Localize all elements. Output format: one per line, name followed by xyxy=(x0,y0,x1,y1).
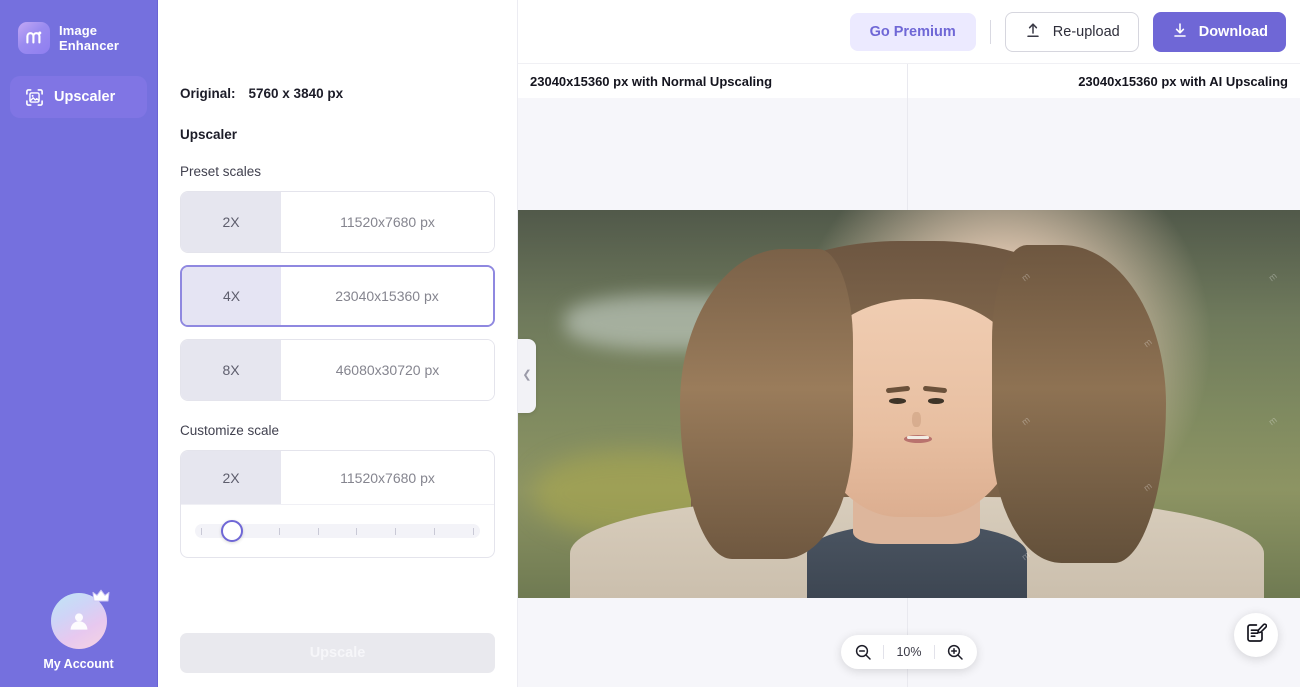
compare-left-label: 23040x15360 px with Normal Upscaling xyxy=(530,74,772,89)
compare-collapse-handle[interactable]: ❮ xyxy=(518,339,536,413)
scale-slider[interactable] xyxy=(195,524,480,538)
zoom-controls: 10% xyxy=(841,635,977,669)
slider-tick xyxy=(434,528,435,535)
compare-right-label: 23040x15360 px with AI Upscaling xyxy=(1078,74,1288,89)
compare-pane-normal-header: 23040x15360 px with Normal Upscaling xyxy=(518,64,907,98)
sidebar: Image Enhancer Upscaler xyxy=(0,0,158,687)
upload-icon xyxy=(1024,21,1042,43)
slider-handle[interactable] xyxy=(221,520,243,542)
feedback-button[interactable] xyxy=(1234,613,1278,657)
download-icon xyxy=(1171,21,1189,43)
watermark: m xyxy=(1266,414,1278,426)
preset-dimensions: 11520x7680 px xyxy=(281,192,494,252)
reupload-label: Re-upload xyxy=(1053,24,1120,40)
original-value: 5760 x 3840 px xyxy=(249,86,344,101)
download-button[interactable]: Download xyxy=(1153,12,1286,52)
customize-scale-title: Customize scale xyxy=(180,423,495,438)
slider-tick xyxy=(356,528,357,535)
image-frame-icon xyxy=(24,87,44,107)
customize-slider-zone xyxy=(181,505,494,557)
eye-left xyxy=(889,398,905,404)
preset-option-8x[interactable]: 8X 46080x30720 px xyxy=(180,339,495,401)
account-button[interactable]: My Account xyxy=(0,593,157,671)
avatar xyxy=(51,593,107,649)
sidebar-item-label: Upscaler xyxy=(54,89,115,105)
slider-tick xyxy=(318,528,319,535)
slider-tick xyxy=(395,528,396,535)
zoom-divider xyxy=(883,645,884,659)
slider-tick xyxy=(279,528,280,535)
crown-icon xyxy=(92,589,110,609)
preset-scales-title: Preset scales xyxy=(180,164,495,179)
customize-scale-readout: 2X 11520x7680 px xyxy=(181,451,494,505)
control-panel: Original: 5760 x 3840 px Upscaler Preset… xyxy=(158,0,518,687)
upscaler-section-title: Upscaler xyxy=(180,127,495,142)
hair-front-left xyxy=(680,249,854,559)
customize-dimensions: 11520x7680 px xyxy=(281,451,494,504)
upscale-button[interactable]: Upscale xyxy=(180,633,495,673)
account-label: My Account xyxy=(43,657,113,671)
preset-dimensions: 23040x15360 px xyxy=(281,267,493,325)
original-size-row: Original: 5760 x 3840 px xyxy=(180,0,495,101)
eyebrow-right xyxy=(923,386,948,394)
app-logo-icon xyxy=(18,22,50,54)
preset-tag: 8X xyxy=(181,340,281,400)
reupload-button[interactable]: Re-upload xyxy=(1005,12,1139,52)
topbar-divider xyxy=(990,20,991,44)
brand-name: Image Enhancer xyxy=(59,23,119,53)
eye-right xyxy=(928,398,944,404)
feedback-note-icon xyxy=(1245,622,1267,649)
main-area: Go Premium Re-upload Download xyxy=(518,0,1300,687)
compare-viewer[interactable]: 23040x15360 px with Normal Upscaling 230… xyxy=(518,64,1300,687)
zoom-divider xyxy=(934,645,935,659)
hair-front-right xyxy=(992,245,1166,563)
portrait-figure xyxy=(627,210,1206,598)
brand-name-line2: Enhancer xyxy=(59,38,119,53)
nose xyxy=(912,412,921,427)
customize-scale-box: 2X 11520x7680 px xyxy=(180,450,495,558)
brand: Image Enhancer xyxy=(0,0,157,54)
zoom-out-icon[interactable] xyxy=(853,642,873,662)
sidebar-item-upscaler[interactable]: Upscaler xyxy=(10,76,147,118)
teeth xyxy=(907,436,929,439)
original-label: Original: xyxy=(180,86,236,101)
watermark: m xyxy=(1266,271,1278,283)
portrait-image: m m m m m m m xyxy=(518,210,1300,598)
app-root: Image Enhancer Upscaler xyxy=(0,0,1300,687)
brand-name-line1: Image xyxy=(59,23,119,38)
slider-tick xyxy=(201,528,202,535)
slider-tick xyxy=(473,528,474,535)
download-label: Download xyxy=(1199,24,1268,40)
zoom-level-value: 10% xyxy=(894,645,924,659)
preset-tag: 2X xyxy=(181,192,281,252)
sidebar-nav: Upscaler xyxy=(0,76,157,118)
topbar: Go Premium Re-upload Download xyxy=(518,0,1300,64)
preset-tag: 4X xyxy=(182,267,281,325)
compare-image-band: m m m m m m m xyxy=(518,210,1300,598)
preset-dimensions: 46080x30720 px xyxy=(281,340,494,400)
go-premium-button[interactable]: Go Premium xyxy=(850,13,976,51)
customize-tag: 2X xyxy=(181,451,281,504)
chevron-left-icon: ❮ xyxy=(522,370,531,381)
compare-pane-ai-header: 23040x15360 px with AI Upscaling xyxy=(908,64,1300,98)
zoom-in-icon[interactable] xyxy=(945,642,965,662)
preset-option-4x[interactable]: 4X 23040x15360 px xyxy=(180,265,495,327)
eyebrow-left xyxy=(886,386,911,394)
preset-option-2x[interactable]: 2X 11520x7680 px xyxy=(180,191,495,253)
